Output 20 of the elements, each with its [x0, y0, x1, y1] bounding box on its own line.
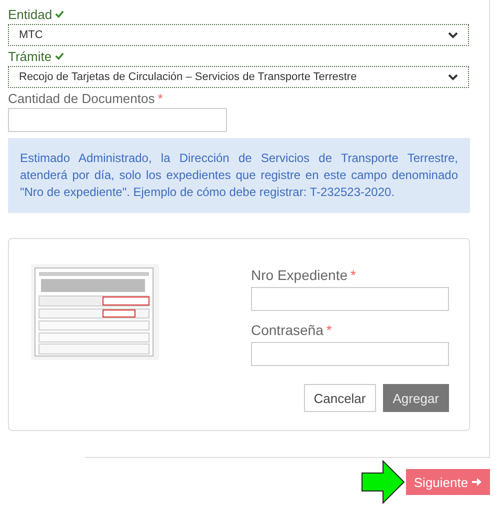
field-label: Entidad: [8, 6, 52, 22]
arrow-icon: [361, 460, 405, 504]
chevron-down-icon: [448, 74, 458, 80]
required-mark: *: [350, 267, 356, 283]
cancel-button[interactable]: Cancelar: [304, 384, 376, 412]
field-label: Nro Expediente: [251, 267, 348, 283]
add-button[interactable]: Agregar: [382, 384, 449, 412]
input-field[interactable]: [8, 108, 227, 132]
field-label: Contraseña: [251, 322, 324, 338]
input-field[interactable]: [251, 287, 449, 311]
required-mark: *: [326, 322, 332, 338]
chevron-down-icon: [448, 32, 458, 38]
arrow-right-icon: [472, 477, 482, 487]
notice-text: Estimado Administrado, la Dirección de Servicios de Transporte Terrestre, atenderá por día, solo los expedientes que registre en este campo denominado "Nro de expediente". Ejemplo de cómo debe registrar: T-232523-2020.: [8, 138, 470, 213]
field-label: Trámite: [8, 48, 52, 64]
input-field[interactable]: [251, 342, 449, 366]
select-field[interactable]: MTC: [8, 24, 469, 46]
required-mark: *: [158, 90, 163, 106]
field-label: Cantidad de Documentos: [8, 90, 155, 106]
select-field[interactable]: Recojo de Tarjetas de Circulación – Servicios de Transporte Terrestre: [8, 66, 469, 88]
